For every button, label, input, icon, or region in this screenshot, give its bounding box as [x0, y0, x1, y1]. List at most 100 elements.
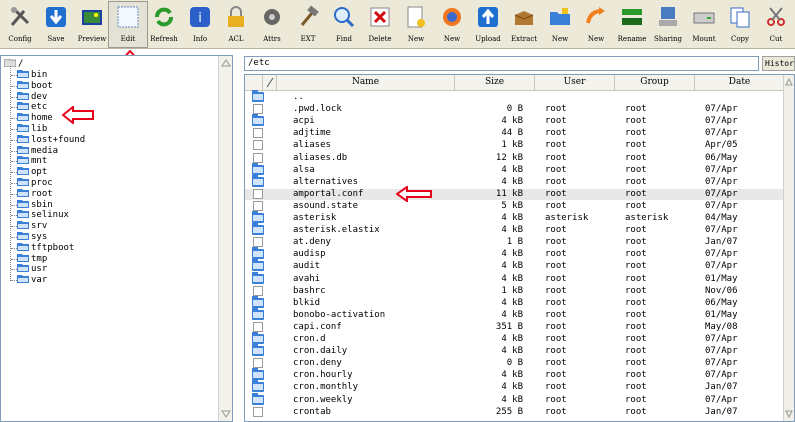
file-row[interactable]: aliases.db 12 kB root root 06/May	[245, 152, 785, 164]
file-group: root	[625, 164, 647, 175]
path-input[interactable]: /etc	[244, 56, 759, 71]
file-row[interactable]: alternatives 4 kB root root 07/Apr	[245, 174, 785, 188]
file-row[interactable]: cron.monthly 4 kB root root Jan/07	[245, 380, 785, 393]
toolbar-button-sharing[interactable]: Sharing	[649, 2, 687, 47]
scroll-down-icon[interactable]	[221, 409, 231, 419]
tree-root[interactable]: /	[4, 59, 23, 70]
tree-item-usr[interactable]: usr	[17, 264, 47, 275]
file-row[interactable]: cron.hourly 4 kB root root 07/Apr	[245, 368, 785, 381]
toolbar-button-mount[interactable]: Mount	[685, 2, 723, 47]
tree-item-lib[interactable]: lib	[17, 124, 47, 135]
toolbar-button-find[interactable]: Find	[325, 2, 363, 47]
tree-item-var[interactable]: var	[17, 275, 47, 286]
file-user: root	[545, 104, 567, 115]
file-row[interactable]: blkid 4 kB root root 06/May	[245, 295, 785, 309]
toolbar-button-new-11[interactable]: New	[397, 2, 435, 47]
column-header-name[interactable]: Name	[277, 75, 455, 90]
file-row[interactable]: cron.deny 0 B root root 07/Apr	[245, 358, 785, 369]
toolbar-button-info[interactable]: i Info	[181, 2, 219, 47]
folder-icon	[17, 264, 29, 273]
toolbar-button-ext[interactable]: EXT	[289, 2, 327, 47]
column-header-sort[interactable]	[263, 75, 277, 90]
file-row[interactable]: bonobo-activation 4 kB root root 01/May	[245, 307, 785, 321]
file-row[interactable]: aliases 1 kB root root Apr/05	[245, 140, 785, 151]
file-size: 4 kB	[501, 382, 523, 393]
drive-icon	[693, 12, 715, 24]
column-header-size[interactable]: Size	[455, 75, 535, 90]
tree-item-proc[interactable]: proc	[17, 178, 53, 189]
tree-item-opt[interactable]: opt	[17, 167, 47, 178]
history-button[interactable]: History	[762, 56, 795, 71]
file-group: root	[625, 321, 647, 332]
file-row[interactable]: cron.daily 4 kB root root 07/Apr	[245, 344, 785, 357]
toolbar-button-attrs[interactable]: Attrs	[253, 2, 291, 47]
tree-item-sbin[interactable]: sbin	[17, 199, 53, 211]
toolbar-button-extract[interactable]: Extract	[505, 2, 543, 47]
toolbar-button-acl[interactable]: ACL	[217, 2, 255, 47]
file-row[interactable]: asterisk 4 kB asterisk asterisk 04/May	[245, 211, 785, 224]
file-user: root	[545, 285, 567, 296]
scroll-down-icon[interactable]	[785, 409, 793, 419]
file-row[interactable]: asound.state 5 kB root root 07/Apr	[245, 200, 785, 212]
toolbar-button-config[interactable]: Config	[1, 2, 39, 47]
toolbar-button-save[interactable]: Save	[37, 2, 75, 47]
file-row[interactable]: bashrc 1 kB root root Nov/06	[245, 285, 785, 297]
scroll-up-icon[interactable]	[785, 77, 793, 87]
toolbar-button-copy[interactable]: Copy	[721, 2, 759, 47]
file-row[interactable]: acpi 4 kB root root 07/Apr	[245, 114, 785, 127]
file-row[interactable]: avahi 4 kB root root 01/May	[245, 271, 785, 285]
toolbar-button-preview[interactable]: Preview	[73, 2, 111, 47]
file-row[interactable]: capi.conf 351 B root root May/08	[245, 321, 785, 333]
file-row[interactable]: .pwd.lock 0 B root root 07/Apr	[245, 104, 785, 115]
tree-item-selinux[interactable]: selinux	[17, 210, 69, 221]
tree-item-media[interactable]: media	[17, 145, 58, 157]
file-row[interactable]: alsa 4 kB root root 07/Apr	[245, 162, 785, 176]
column-header-group[interactable]: Group	[615, 75, 695, 90]
folder-icon	[252, 368, 264, 381]
toolbar-button-cut[interactable]: Cut	[757, 2, 795, 47]
tree-scrollbar[interactable]	[218, 56, 232, 421]
file-date: 07/Apr	[705, 164, 738, 175]
sort-icon-column[interactable]	[245, 75, 263, 90]
file-row[interactable]: audisp 4 kB root root 07/Apr	[245, 247, 785, 260]
tree-item-home[interactable]: home	[17, 113, 53, 124]
toolbar-button-new-12[interactable]: New	[433, 2, 471, 47]
tree-item-boot[interactable]: boot	[17, 80, 53, 92]
file-list-scrollbar[interactable]	[783, 75, 794, 421]
toolbar-button-refresh[interactable]: Refresh	[145, 2, 183, 47]
tree-item-tmp[interactable]: tmp	[17, 253, 47, 265]
tree-item-etc[interactable]: etc	[17, 102, 47, 113]
scroll-up-icon[interactable]	[221, 58, 231, 68]
file-row[interactable]: cron.weekly 4 kB root root 07/Apr	[245, 392, 785, 406]
tree-item-lostfound[interactable]: lost+found	[17, 134, 85, 146]
tree-item-bin[interactable]: bin	[17, 70, 47, 81]
file-date: 07/Apr	[705, 104, 738, 115]
rename-icon	[622, 9, 642, 25]
file-row[interactable]: ..	[245, 90, 785, 103]
tree-connector-line	[10, 66, 11, 282]
tree-item-dev[interactable]: dev	[17, 91, 47, 103]
column-header-date[interactable]: Date	[695, 75, 785, 90]
sort-slash-icon	[266, 77, 274, 88]
tree-item-label: opt	[31, 167, 48, 178]
toolbar-button-new-15[interactable]: New	[541, 2, 579, 47]
file-row[interactable]: cron.d 4 kB root root 07/Apr	[245, 332, 785, 345]
sharing-icon	[659, 7, 677, 26]
toolbar-button-edit[interactable]: Edit	[108, 1, 148, 48]
file-row[interactable]: adjtime 44 B root root 07/Apr	[245, 128, 785, 139]
file-row[interactable]: amportal.conf 11 kB root root 07/Apr	[245, 188, 785, 200]
file-row[interactable]: at.deny 1 B root root Jan/07	[245, 237, 785, 248]
file-row[interactable]: asterisk.elastix 4 kB root root 07/Apr	[245, 223, 785, 236]
file-row[interactable]: crontab 255 B root root Jan/07	[245, 406, 785, 418]
column-header-user[interactable]: User	[535, 75, 615, 90]
tree-item-tftpboot[interactable]: tftpboot	[17, 242, 74, 254]
toolbar-button-upload[interactable]: Upload	[469, 2, 507, 47]
tree-item-root[interactable]: root	[17, 188, 53, 200]
tree-item-srv[interactable]: srv	[17, 221, 47, 232]
toolbar-button-rename[interactable]: Rename	[613, 2, 651, 47]
toolbar-button-new-16[interactable]: New	[577, 2, 615, 47]
tree-item-mnt[interactable]: mnt	[17, 156, 47, 167]
toolbar-button-delete[interactable]: Delete	[361, 2, 399, 47]
file-row[interactable]: audit 4 kB root root 07/Apr	[245, 259, 785, 272]
tree-item-sys[interactable]: sys	[17, 232, 47, 243]
